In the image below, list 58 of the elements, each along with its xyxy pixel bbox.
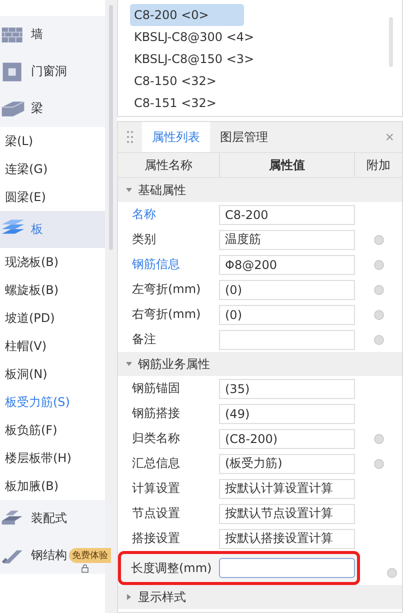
option-indicator[interactable]	[387, 568, 397, 578]
value-field[interactable]: 按默认搭接设置计算	[219, 528, 355, 548]
option-indicator[interactable]	[374, 310, 384, 320]
option-indicator[interactable]	[374, 458, 384, 468]
component-item[interactable]: C8-151 <32>	[130, 92, 244, 114]
group-header[interactable]: 钢筋业务属性	[118, 352, 402, 376]
category-label[interactable]: 梁	[31, 100, 43, 117]
value-field[interactable]: (35)	[219, 378, 355, 398]
option-indicator[interactable]	[374, 334, 384, 344]
value-field[interactable]: (板受力筋)	[219, 454, 355, 474]
category-label[interactable]: 门窗洞	[31, 63, 67, 80]
property-name: 汇总信息	[131, 455, 181, 472]
value-field[interactable]: Φ8@200	[219, 254, 355, 274]
category-label[interactable]: 墙	[31, 26, 43, 43]
component-item[interactable]: KBSLJ-C8@300 <4>	[130, 26, 258, 48]
value-field[interactable]	[219, 558, 355, 578]
group-header[interactable]: 基础属性	[118, 178, 402, 202]
category-label[interactable]: 装配式	[31, 510, 67, 527]
value-field[interactable]: (C8-200)	[219, 428, 355, 448]
property-name: 钢筋搭接	[131, 405, 181, 422]
property-name: 左弯折(mm)	[131, 281, 202, 298]
property-name: 钢筋锚固	[131, 380, 181, 397]
panel-tab[interactable]: 图层管理	[210, 122, 278, 152]
column-header: 属性值	[220, 153, 355, 177]
property-name: 计算设置	[131, 480, 181, 497]
group-header[interactable]: 显示样式	[118, 585, 402, 609]
column-header: 附加	[366, 156, 392, 174]
expand-icon	[125, 593, 133, 601]
property-name: 搭接设置	[131, 530, 181, 547]
value-field[interactable]: C8-200	[219, 204, 355, 224]
option-indicator[interactable]	[374, 284, 384, 294]
category-label[interactable]: 钢结构	[31, 547, 67, 564]
component-item[interactable]: C8-150 <32>	[130, 70, 244, 92]
panel-tab[interactable]: 属性列表	[142, 122, 210, 152]
trial-badge: 免费体验	[69, 548, 111, 563]
component-item[interactable]: C8-200 <0>	[130, 4, 244, 26]
value-field[interactable]: 温度筋	[219, 230, 355, 250]
property-name: 备注	[131, 331, 157, 348]
property-name: 名称	[131, 206, 157, 223]
value-field[interactable]: (0)	[219, 304, 355, 324]
property-name: 右弯折(mm)	[131, 306, 202, 323]
value-field[interactable]: 按默认计算设置计算	[219, 478, 355, 498]
property-name: 类别	[131, 231, 157, 248]
option-indicator[interactable]	[374, 434, 384, 444]
option-indicator[interactable]	[374, 260, 384, 270]
value-field[interactable]: 按默认节点设置计算	[219, 504, 355, 524]
value-field[interactable]: (0)	[219, 280, 355, 300]
drag-handle-icon[interactable]	[126, 130, 134, 144]
property-name: 钢筋信息	[131, 256, 181, 273]
property-name: 长度调整(mm)	[130, 560, 213, 576]
expand-icon	[125, 186, 133, 194]
property-name: 归类名称	[131, 430, 181, 447]
option-indicator[interactable]	[374, 234, 384, 244]
value-field[interactable]: (49)	[219, 404, 355, 424]
column-header: 属性名称	[118, 153, 220, 177]
property-name: 节点设置	[131, 505, 181, 522]
component-item[interactable]: KBSLJ-C8@150 <3>	[130, 48, 258, 70]
expand-icon	[125, 360, 133, 368]
